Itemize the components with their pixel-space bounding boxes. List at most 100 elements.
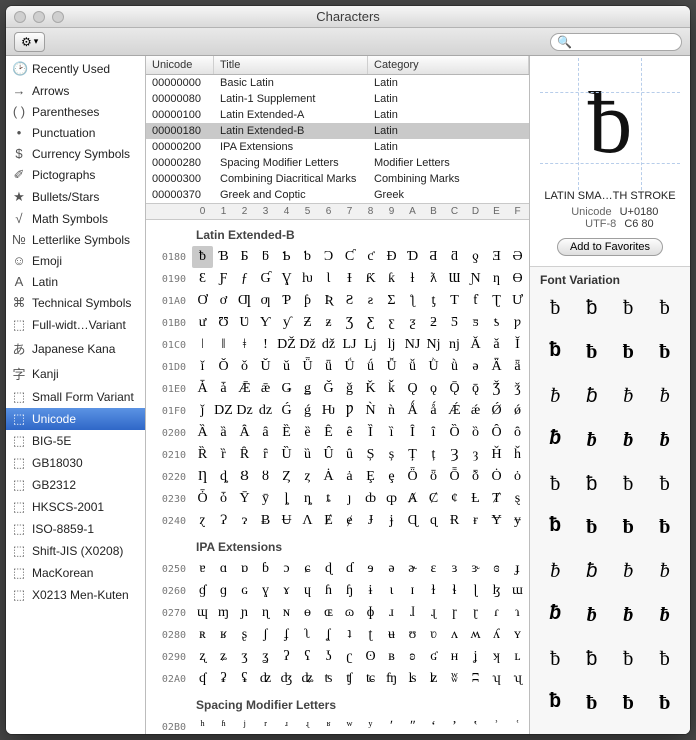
character-cell[interactable]: Ȑ (192, 444, 213, 466)
character-cell[interactable]: Ơ (192, 290, 213, 312)
character-cell[interactable]: Ȓ (234, 444, 255, 466)
character-cell[interactable]: ǳ (255, 400, 276, 422)
character-cell[interactable]: ʿ (507, 716, 528, 734)
sidebar-item[interactable]: •Punctuation (6, 122, 145, 143)
character-cell[interactable]: Ƌ (423, 246, 444, 268)
character-cell[interactable]: ʪ (402, 668, 423, 690)
character-cell[interactable]: Ǉ (339, 334, 360, 356)
character-cell[interactable]: ǜ (444, 356, 465, 378)
character-cell[interactable]: ʮ (486, 668, 507, 690)
table-row[interactable]: 00000370Greek and CopticGreek (146, 187, 529, 203)
character-cell[interactable]: ɴ (276, 602, 297, 624)
character-cell[interactable]: ȩ (381, 466, 402, 488)
character-cell[interactable]: ȕ (297, 444, 318, 466)
character-cell[interactable]: ʾ (486, 716, 507, 734)
character-cell[interactable]: ɹ (381, 602, 402, 624)
character-cell[interactable]: ʈ (360, 624, 381, 646)
character-cell[interactable]: ɟ (507, 558, 528, 580)
character-cell[interactable]: Ǡ (192, 378, 213, 400)
character-cell[interactable]: ǰ (192, 400, 213, 422)
character-cell[interactable]: ɔ (276, 558, 297, 580)
character-cell[interactable]: ʬ (444, 668, 465, 690)
character-cell[interactable]: ʌ (444, 624, 465, 646)
character-cell[interactable]: Ǒ (213, 356, 234, 378)
character-cell[interactable]: Ȝ (444, 444, 465, 466)
character-cell[interactable]: ʳ (255, 716, 276, 734)
character-cell[interactable]: Ǭ (444, 378, 465, 400)
font-variation-item[interactable]: ƀ (650, 383, 681, 417)
character-cell[interactable]: Ɓ (213, 246, 234, 268)
character-cell[interactable]: ǩ (381, 378, 402, 400)
character-cell[interactable]: ʆ (318, 624, 339, 646)
zoom-button[interactable] (52, 11, 64, 23)
character-cell[interactable]: ʞ (486, 646, 507, 668)
character-cell[interactable]: Ƨ (339, 290, 360, 312)
character-cell[interactable]: Ʌ (297, 510, 318, 532)
close-button[interactable] (14, 11, 26, 23)
character-cell[interactable]: ƶ (318, 312, 339, 334)
character-cell[interactable]: ɭ (465, 580, 486, 602)
character-cell[interactable]: ȧ (339, 466, 360, 488)
character-cell[interactable]: ʘ (360, 646, 381, 668)
character-cell[interactable]: Ɠ (255, 268, 276, 290)
font-variation-item[interactable]: ƀ (540, 383, 571, 417)
character-cell[interactable]: ʕ (297, 646, 318, 668)
col-title[interactable]: Title (214, 56, 368, 74)
character-cell[interactable]: Ǧ (318, 378, 339, 400)
character-cell[interactable]: Ǵ (276, 400, 297, 422)
character-cell[interactable]: ƅ (297, 246, 318, 268)
font-variation-item[interactable]: ƀ (540, 646, 571, 680)
character-cell[interactable]: Ƞ (192, 466, 213, 488)
character-cell[interactable]: ɰ (192, 602, 213, 624)
font-variation-item[interactable]: ƀ (613, 602, 644, 636)
character-cell[interactable]: ʱ (213, 716, 234, 734)
character-cell[interactable]: ʚ (402, 646, 423, 668)
character-cell[interactable]: ɝ (465, 558, 486, 580)
character-cell[interactable]: ɤ (276, 580, 297, 602)
character-cell[interactable]: ʲ (234, 716, 255, 734)
character-cell[interactable]: ɬ (444, 580, 465, 602)
character-cell[interactable]: Ƃ (234, 246, 255, 268)
sidebar-item[interactable]: ⬚Unicode (6, 408, 145, 430)
sidebar-item[interactable]: ⬚HKSCS-2001 (6, 496, 145, 518)
character-cell[interactable]: Ȫ (402, 466, 423, 488)
character-cell[interactable]: ǐ (192, 356, 213, 378)
character-cell[interactable]: Ǣ (234, 378, 255, 400)
character-cell[interactable]: ƿ (507, 312, 528, 334)
character-cell[interactable]: Ɖ (381, 246, 402, 268)
character-cell[interactable]: Ƿ (339, 400, 360, 422)
character-cell[interactable]: ɽ (465, 602, 486, 624)
character-cell[interactable]: ɣ (255, 580, 276, 602)
font-variation-item[interactable]: ƀ (540, 295, 571, 329)
character-cell[interactable]: ɶ (318, 602, 339, 624)
character-cell[interactable]: Ǽ (444, 400, 465, 422)
character-cell[interactable]: ɂ (234, 510, 255, 532)
character-cell[interactable]: ʥ (297, 668, 318, 690)
font-variation-item[interactable]: ƀ (577, 339, 608, 373)
character-cell[interactable]: Ƥ (276, 290, 297, 312)
character-cell[interactable]: Ȼ (423, 488, 444, 510)
character-cell[interactable]: ɩ (381, 580, 402, 602)
character-cell[interactable]: Ǜ (423, 356, 444, 378)
character-cell[interactable]: ȉ (381, 422, 402, 444)
character-cell[interactable]: Ⱦ (486, 488, 507, 510)
character-cell[interactable]: ɥ (297, 580, 318, 602)
character-cell[interactable]: ȿ (507, 488, 528, 510)
character-cell[interactable]: Ǚ (381, 356, 402, 378)
character-cell[interactable]: ƞ (486, 268, 507, 290)
character-cell[interactable]: Ǖ (297, 356, 318, 378)
character-cell[interactable]: Ǹ (360, 400, 381, 422)
font-variation-item[interactable]: ƀ (613, 471, 644, 505)
character-cell[interactable]: ƙ (381, 268, 402, 290)
minimize-button[interactable] (33, 11, 45, 23)
font-variation-item[interactable]: ƀ (613, 558, 644, 592)
character-cell[interactable]: Ɉ (360, 510, 381, 532)
character-cell[interactable]: ƍ (465, 246, 486, 268)
font-variation-item[interactable]: ƀ (577, 602, 608, 636)
character-cell[interactable]: Ȟ (486, 444, 507, 466)
font-variation-item[interactable]: ƀ (540, 427, 571, 461)
character-cell[interactable]: Ɂ (213, 510, 234, 532)
character-cell[interactable]: ʀ (192, 624, 213, 646)
character-cell[interactable]: ɓ (255, 558, 276, 580)
character-cell[interactable]: ǂ (234, 334, 255, 356)
